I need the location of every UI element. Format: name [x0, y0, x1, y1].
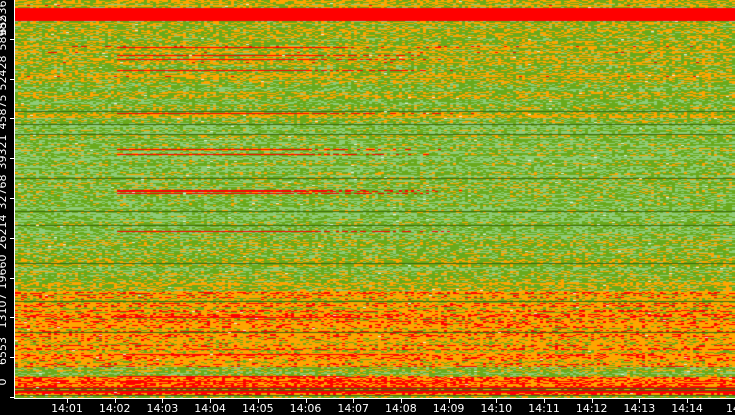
x-tick-label: 14:14: [671, 402, 703, 415]
x-tick-label: 14:07: [337, 402, 370, 415]
x-tick-label: 14:06: [289, 402, 322, 415]
y-tick: [10, 38, 15, 40]
y-tick: [10, 158, 15, 160]
y-axis-line: [14, 0, 15, 398]
x-tick-label: 14:09: [432, 402, 465, 415]
x-tick-label: 14:02: [98, 402, 131, 415]
x-tick-label: 14:13: [623, 402, 656, 415]
x-axis-line: [14, 398, 735, 399]
x-tick-label: 14:01: [51, 402, 83, 415]
y-tick: [10, 237, 15, 239]
y-tick: [10, 317, 15, 319]
x-tick-label: 14:04: [194, 402, 226, 415]
x-tick-label: 14:11: [528, 402, 560, 415]
y-tick: [10, 198, 15, 199]
y-tick: [10, 118, 15, 120]
y-tick: [10, 397, 15, 398]
heatmap-canvas: [15, 0, 735, 398]
x-tick-label: 14:05: [241, 402, 274, 415]
x-tick-label: 14:10: [480, 402, 513, 415]
x-tick-label: 14:03: [146, 402, 179, 415]
x-tick-label: 14:12: [575, 402, 608, 415]
y-tick-label: 65536: [0, 0, 9, 36]
y-tick: [10, 357, 15, 359]
x-tick-label: 14:: [725, 402, 735, 415]
y-tick: [10, 277, 15, 279]
y-tick: [10, 78, 15, 80]
heatmap-chart: 0655313107196602621432768393214587552428…: [0, 0, 735, 415]
x-tick-label: 14:08: [385, 402, 417, 415]
